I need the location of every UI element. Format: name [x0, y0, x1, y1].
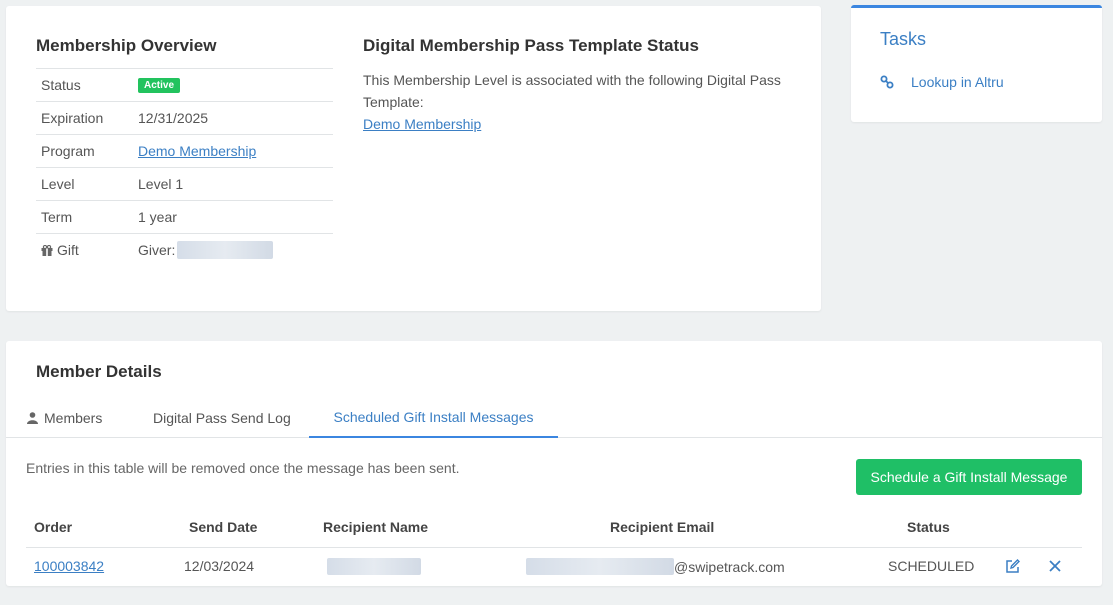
- gift-icon: [41, 244, 53, 256]
- column-header-order: Order: [34, 519, 73, 535]
- status-badge: Active: [138, 77, 181, 93]
- tab-label: Digital Pass Send Log: [153, 409, 291, 426]
- overview-row-level: Level Level 1: [36, 167, 333, 200]
- column-header-recipient-email: Recipient Email: [610, 519, 715, 535]
- send-date-cell: 12/03/2024: [184, 558, 255, 574]
- column-header-status: Status: [907, 519, 950, 535]
- column-header-send-date: Send Date: [189, 519, 258, 535]
- tasks-card: Tasks Lookup in Altru: [851, 5, 1102, 122]
- lookup-in-altru-link[interactable]: Lookup in Altru: [880, 74, 1004, 90]
- overview-row-program: Program Demo Membership: [36, 134, 333, 167]
- edit-button[interactable]: [1003, 557, 1021, 575]
- membership-overview-title: Membership Overview: [36, 36, 217, 55]
- giver-label: Giver:: [138, 242, 176, 258]
- program-link[interactable]: Demo Membership: [138, 143, 256, 159]
- pass-template-title: Digital Membership Pass Template Status: [363, 36, 699, 55]
- table-info-text: Entries in this table will be removed on…: [26, 460, 460, 476]
- overview-value: 12/31/2025: [138, 110, 209, 126]
- user-icon: [27, 411, 38, 424]
- overview-label: Expiration: [41, 110, 104, 126]
- redacted-email-local: [526, 558, 674, 575]
- member-details-card: Member Details Members Digital Pass Send…: [6, 341, 1102, 586]
- order-link[interactable]: 100003842: [34, 558, 104, 574]
- pass-template-description: This Membership Level is associated with…: [363, 72, 781, 110]
- status-cell: SCHEDULED: [888, 558, 975, 574]
- overview-label: Gift: [57, 242, 79, 258]
- member-details-tabs: Members Digital Pass Send Log Scheduled …: [6, 397, 1102, 438]
- overview-row-term: Term 1 year: [36, 200, 333, 233]
- redacted-recipient-name: [327, 558, 421, 575]
- overview-label: Status: [41, 77, 81, 93]
- pass-template-link[interactable]: Demo Membership: [363, 116, 481, 132]
- tab-scheduled-gift-install-messages[interactable]: Scheduled Gift Install Messages: [309, 397, 558, 438]
- link-icon: [880, 75, 894, 89]
- member-details-title: Member Details: [36, 362, 162, 381]
- overview-value: 1 year: [138, 209, 177, 225]
- column-header-recipient-name: Recipient Name: [323, 519, 429, 535]
- tab-members[interactable]: Members: [27, 397, 102, 438]
- tab-label: Scheduled Gift Install Messages: [333, 408, 534, 425]
- schedule-gift-install-button[interactable]: Schedule a Gift Install Message: [856, 459, 1082, 495]
- delete-button[interactable]: [1046, 557, 1064, 575]
- close-icon: [1049, 560, 1061, 572]
- table-header-divider: [26, 547, 1082, 548]
- overview-row-expiration: Expiration 12/31/2025: [36, 101, 333, 134]
- overview-value: Level 1: [138, 176, 184, 192]
- email-domain: @swipetrack.com: [674, 558, 785, 575]
- tasks-title: Tasks: [880, 29, 927, 49]
- task-label: Lookup in Altru: [911, 74, 1004, 90]
- overview-label: Program: [41, 143, 95, 159]
- membership-overview-table: Status Active Expiration 12/31/2025 Prog…: [36, 68, 333, 266]
- overview-label: Level: [41, 176, 75, 192]
- overview-label: Term: [41, 209, 73, 225]
- tab-digital-pass-send-log[interactable]: Digital Pass Send Log: [153, 397, 291, 438]
- overview-row-status: Status Active: [36, 68, 333, 101]
- overview-row-gift: Gift Giver:: [36, 233, 333, 266]
- membership-overview-card: Membership Overview Status Active Expira…: [6, 6, 821, 311]
- redacted-giver-name: [177, 241, 274, 259]
- edit-icon: [1005, 558, 1020, 573]
- tab-label: Members: [44, 409, 103, 426]
